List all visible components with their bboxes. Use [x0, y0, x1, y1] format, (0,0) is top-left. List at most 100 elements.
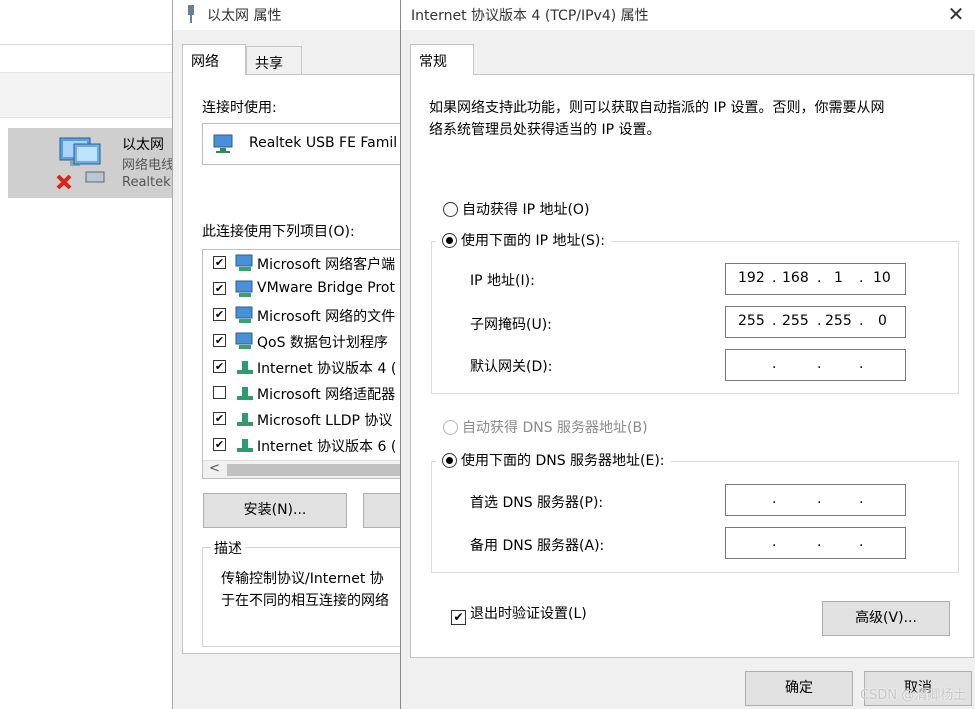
ip-dot: . [772, 356, 777, 372]
list-item[interactable]: ✔ Microsoft LLDP 协议 [203, 406, 400, 432]
description-legend: 描述 [211, 538, 245, 558]
info-text-line2: 络系统管理员处获得适当的 IP 设置。 [429, 122, 661, 138]
ipv4-dialog-title: Internet 协议版本 4 (TCP/IPv4) 属性 [411, 8, 649, 24]
checkbox[interactable]: ✔ [451, 610, 466, 625]
ip-dot: . [817, 356, 822, 372]
ethernet-adapter-tile[interactable]: 以太网 网络电线 Realtek [8, 128, 172, 198]
item-checkbox[interactable]: ✔ [213, 360, 226, 373]
item-checkbox[interactable] [213, 386, 226, 399]
network-adapter-icon [56, 137, 105, 190]
subnet-mask-input[interactable]: 255 . 255 . 255 . 0 [725, 306, 906, 338]
radio-button [443, 420, 458, 435]
description-text-line2: 于在不同的相互连接的网络 [221, 593, 389, 609]
list-item[interactable]: ✔ Microsoft 网络客户端 [203, 250, 400, 276]
preferred-dns-input[interactable]: . . . [725, 484, 906, 516]
ip-address-input[interactable]: 192 . 168 . 1 . 10 [725, 263, 906, 295]
item-label: Microsoft LLDP 协议 [257, 413, 393, 429]
item-label: VMware Bridge Prot [257, 280, 395, 296]
tab-sharing[interactable]: 共享 [246, 46, 302, 74]
adapter-field: Realtek USB FE Famil [202, 123, 400, 165]
address-bar-divider [0, 44, 172, 45]
auto-ip-label: 自动获得 IP 地址(O) [462, 202, 590, 218]
manual-dns-radio[interactable]: 使用下面的 DNS 服务器地址(E): [436, 450, 671, 470]
preferred-dns-label: 首选 DNS 服务器(P): [470, 495, 604, 511]
item-checkbox[interactable]: ✔ [213, 334, 226, 347]
ip-dot: . [859, 356, 864, 372]
horizontal-scrollbar[interactable]: < [203, 460, 400, 478]
scrollbar-thumb[interactable] [227, 464, 400, 476]
manual-dns-group: 使用下面的 DNS 服务器地址(E): 首选 DNS 服务器(P): . . .… [431, 450, 959, 573]
list-item[interactable]: Microsoft 网络适配器 [203, 380, 400, 406]
description-group: 描述 传输控制协议/Internet 协 于在不同的相互连接的网络 [202, 538, 400, 647]
item-checkbox[interactable]: ✔ [213, 256, 226, 269]
ethernet-dialog-title: 以太网 属性 [207, 8, 282, 24]
ip-dot: . [859, 534, 864, 550]
ip-dot: . [772, 313, 777, 329]
tab-network[interactable]: 网络 [182, 44, 246, 75]
list-item[interactable]: ✔ QoS 数据包计划程序 [203, 328, 400, 354]
auto-ip-radio[interactable]: 自动获得 IP 地址(O) [443, 199, 589, 219]
scroll-left-icon[interactable]: < [209, 461, 220, 476]
item-label: Internet 协议版本 4 ( [257, 361, 397, 377]
adapter-device: Realtek [122, 175, 171, 190]
list-item[interactable]: ✔ VMware Bridge Prot [203, 276, 400, 302]
gateway-label: 默认网关(D): [470, 359, 553, 375]
ethernet-dialog-titlebar[interactable]: 以太网 属性 [173, 0, 400, 30]
description-text-line1: 传输控制协议/Internet 协 [221, 571, 384, 587]
protocol-icon [237, 387, 253, 400]
adapter-name-text: Realtek USB FE Famil [249, 135, 398, 151]
radio-button[interactable] [442, 453, 457, 468]
item-label: Microsoft 网络客户端 [257, 257, 396, 273]
ip-dot: . [859, 491, 864, 507]
radio-button[interactable] [443, 202, 458, 217]
general-tab-panel: 如果网络支持此功能，则可以获取自动指派的 IP 设置。否则，你需要从网 络系统管… [410, 74, 974, 658]
ip-dot: . [772, 270, 777, 286]
item-label: Microsoft 网络的文件 [257, 309, 396, 325]
list-item[interactable]: ✔ Internet 协议版本 6 ( [203, 432, 400, 458]
ip-octet-3: 1 [834, 270, 843, 286]
ip-dot: . [817, 534, 822, 550]
item-checkbox[interactable]: ✔ [213, 282, 226, 295]
ip-dot: . [772, 534, 777, 550]
subnet-octet-1: 255 [738, 313, 765, 329]
item-checkbox[interactable]: ✔ [213, 412, 226, 425]
adapter-status: 网络电线 [122, 158, 172, 173]
uninstall-button[interactable] [363, 493, 400, 528]
ipv4-dialog-titlebar[interactable]: Internet 协议版本 4 (TCP/IPv4) 属性 ✕ [401, 0, 975, 30]
install-button[interactable]: 安装(N)... [203, 493, 347, 528]
network-service-icon [235, 280, 253, 297]
protocol-icon [237, 439, 253, 452]
subnet-octet-2: 255 [782, 313, 809, 329]
ip-dot: . [817, 491, 822, 507]
validate-on-exit-checkbox[interactable]: ✔ 退出时验证设置(L) [451, 603, 587, 625]
ip-dot: . [772, 491, 777, 507]
ok-button[interactable]: 确定 [745, 671, 853, 706]
subnet-octet-4: 0 [878, 313, 887, 329]
tab-general[interactable]: 常规 [410, 44, 474, 75]
network-client-icon [235, 254, 253, 271]
ip-dot: . [817, 313, 822, 329]
network-service-icon [235, 332, 253, 349]
item-checkbox[interactable]: ✔ [213, 308, 226, 321]
gateway-input[interactable]: . . . [725, 349, 906, 381]
connection-items-list[interactable]: ✔ Microsoft 网络客户端 ✔ VMware Bridge Prot ✔… [202, 249, 400, 479]
ip-dot: . [859, 270, 864, 286]
advanced-button[interactable]: 高级(V)... [822, 601, 950, 636]
alternate-dns-input[interactable]: . . . [725, 527, 906, 559]
manual-ip-label: 使用下面的 IP 地址(S): [461, 233, 605, 249]
protocol-icon [237, 361, 253, 374]
info-text-line1: 如果网络支持此功能，则可以获取自动指派的 IP 设置。否则，你需要从网 [429, 100, 885, 116]
manual-ip-radio[interactable]: 使用下面的 IP 地址(S): [436, 230, 611, 250]
close-icon[interactable]: ✕ [941, 2, 971, 28]
item-checkbox[interactable]: ✔ [213, 438, 226, 451]
network-tab-panel: 连接时使用: Realtek USB FE Famil 此连接使用下列项目(O)… [182, 74, 400, 654]
watermark-text: CSDN @渭卿杨土 [860, 688, 967, 703]
list-item[interactable]: ✔ Internet 协议版本 4 ( [203, 354, 400, 380]
items-list-label: 此连接使用下列项目(O): [202, 224, 355, 240]
radio-button[interactable] [442, 233, 457, 248]
list-item[interactable]: ✔ Microsoft 网络的文件 [203, 302, 400, 328]
network-service-icon [235, 306, 253, 323]
protocol-icon [237, 413, 253, 426]
ip-octet-2: 168 [782, 270, 809, 286]
toolbar-band [0, 72, 172, 118]
